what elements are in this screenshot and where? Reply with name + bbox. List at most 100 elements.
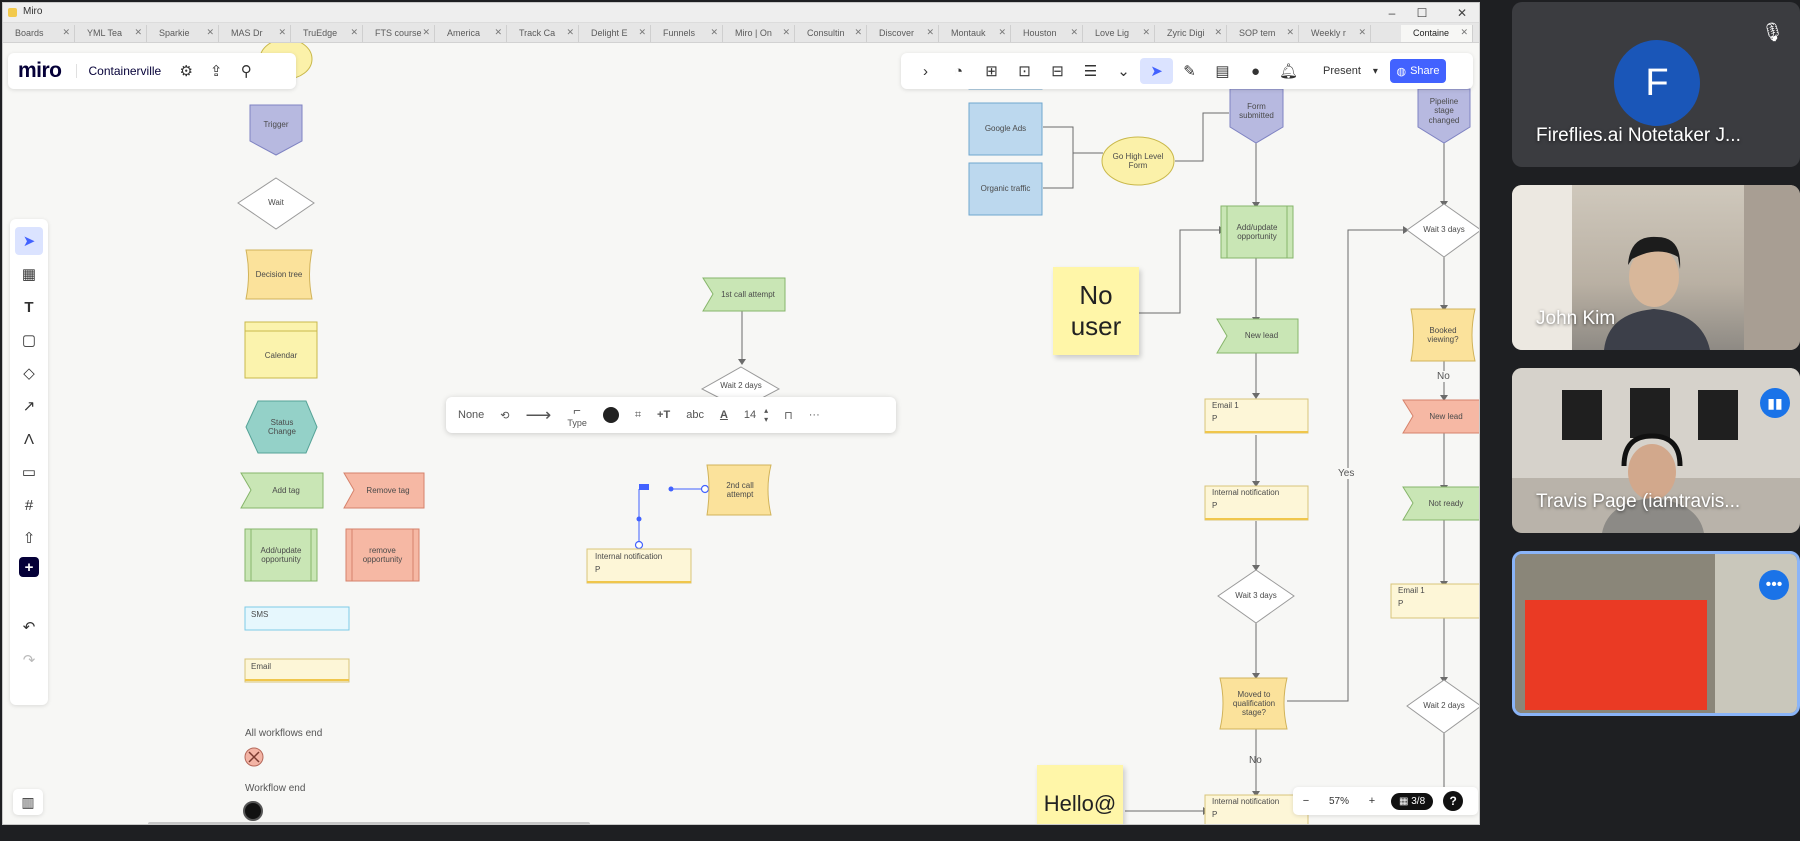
- browser-tab[interactable]: America ✕: [435, 25, 507, 42]
- timer-icon[interactable]: ◔: [942, 58, 975, 84]
- connector-midpoint-handle[interactable]: [636, 516, 642, 522]
- browser-tab[interactable]: Delight E ✕: [579, 25, 651, 42]
- swap-icon[interactable]: ⟲: [500, 401, 509, 429]
- frames-pager[interactable]: ▦ 3/8: [1391, 792, 1434, 810]
- pen-icon[interactable]: Ʌ: [15, 425, 43, 453]
- comments-icon[interactable]: ▤: [1206, 58, 1239, 84]
- line-start-select[interactable]: None: [458, 401, 484, 429]
- text-color-icon[interactable]: A: [720, 401, 728, 429]
- focus-icon[interactable]: ⊡: [1008, 58, 1041, 84]
- text-style-icon[interactable]: abc: [686, 401, 704, 429]
- frame-icon[interactable]: #: [15, 491, 43, 519]
- tab-close-icon[interactable]: ✕: [782, 27, 790, 38]
- tab-close-icon[interactable]: ✕: [422, 27, 430, 38]
- participant-tile-fireflies[interactable]: F 🎙︎ Fireflies.ai Notetaker J...: [1512, 2, 1800, 167]
- tab-close-icon[interactable]: ✕: [998, 27, 1006, 38]
- connection-line-icon[interactable]: ↗: [15, 392, 43, 420]
- board-canvas[interactable]: Trigger Wait Decision tree Calendar Stat…: [3, 43, 1479, 824]
- connector[interactable]: [1175, 112, 1229, 162]
- line-type-button[interactable]: ⌐ Type: [567, 401, 587, 429]
- connector-midpoint-handle[interactable]: [668, 486, 674, 492]
- horizontal-scrollbar[interactable]: [148, 822, 590, 824]
- minimize-button[interactable]: –: [1377, 4, 1407, 22]
- connector[interactable]: [1138, 229, 1221, 314]
- tab-close-icon[interactable]: ✕: [566, 27, 574, 38]
- lock-icon[interactable]: ⊓: [784, 401, 793, 429]
- line-end-arrow-icon[interactable]: ⟶: [526, 401, 552, 429]
- close-window-button[interactable]: ✕: [1447, 4, 1477, 22]
- sticky-note-no-user[interactable]: No user: [1053, 267, 1139, 355]
- cursor-icon[interactable]: ➤: [1140, 58, 1173, 84]
- tab-close-icon[interactable]: ✕: [1286, 27, 1294, 38]
- connector[interactable]: [1287, 229, 1405, 702]
- font-size-stepper-icon[interactable]: ▴ ▾: [764, 401, 768, 429]
- tab-close-icon[interactable]: ✕: [1214, 27, 1222, 38]
- select-tool-icon[interactable]: ➤: [15, 227, 43, 255]
- browser-tab[interactable]: Love Lig ✕: [1083, 25, 1155, 42]
- browser-tab[interactable]: Boards ✕: [3, 25, 75, 42]
- present-dropdown-icon[interactable]: ▾: [1373, 66, 1378, 77]
- browser-tab[interactable]: Weekly r ✕: [1299, 25, 1371, 42]
- search-icon[interactable]: ⚲: [233, 58, 259, 84]
- browser-tab[interactable]: FTS course ✕: [363, 25, 435, 42]
- browser-tab[interactable]: Zyric Digi ✕: [1155, 25, 1227, 42]
- participant-tile-travis[interactable]: ▮▮ Travis Page (iamtravis...: [1512, 368, 1800, 533]
- estimate-icon[interactable]: ⊟: [1041, 58, 1074, 84]
- tab-close-icon[interactable]: ✕: [350, 27, 358, 38]
- sticky-note-hello[interactable]: Hello@: [1037, 765, 1123, 824]
- zoom-out-button[interactable]: −: [1293, 795, 1319, 807]
- more-options-icon[interactable]: •••: [1759, 570, 1789, 600]
- browser-tab[interactable]: Track Ca ✕: [507, 25, 579, 42]
- undo-icon[interactable]: ↶: [15, 613, 43, 641]
- tab-close-icon[interactable]: ✕: [278, 27, 286, 38]
- browser-tab[interactable]: TruEdge ✕: [291, 25, 363, 42]
- tab-close-icon[interactable]: ✕: [494, 27, 502, 38]
- browser-tab[interactable]: MAS Dr ✕: [219, 25, 291, 42]
- tab-close-icon[interactable]: ✕: [206, 27, 214, 38]
- help-button[interactable]: ?: [1443, 791, 1464, 811]
- tab-close-icon[interactable]: ✕: [1142, 27, 1150, 38]
- apps-plus-icon[interactable]: +: [19, 557, 39, 577]
- tab-close-icon[interactable]: ✕: [710, 27, 718, 38]
- shapes-icon[interactable]: ◇: [15, 359, 43, 387]
- browser-tab[interactable]: Miro | On ✕: [723, 25, 795, 42]
- browser-tab-active[interactable]: Containe ✕: [1401, 25, 1473, 42]
- share-button[interactable]: ◍ Share: [1389, 59, 1446, 83]
- participant-tile-john[interactable]: John Kim: [1512, 185, 1800, 350]
- present-button[interactable]: Present: [1323, 65, 1361, 77]
- tab-close-icon[interactable]: ✕: [926, 27, 934, 38]
- font-size-value[interactable]: 14: [744, 401, 756, 429]
- browser-tab[interactable]: Sparkie ✕: [147, 25, 219, 42]
- upload-icon[interactable]: ⇧: [15, 524, 43, 552]
- browser-tab[interactable]: YML Tea ✕: [75, 25, 147, 42]
- export-icon[interactable]: ⇪: [203, 58, 229, 84]
- text-tool-icon[interactable]: T: [15, 293, 43, 321]
- celebrate-icon[interactable]: ✎: [1173, 58, 1206, 84]
- notes-icon[interactable]: ☰: [1074, 58, 1107, 84]
- line-style-icon[interactable]: ⌗: [635, 401, 641, 429]
- tab-close-icon[interactable]: ✕: [638, 27, 646, 38]
- reactions-icon[interactable]: ⊞: [975, 58, 1008, 84]
- board-name[interactable]: Containerville: [75, 64, 161, 78]
- browser-tab[interactable]: Funnels ✕: [651, 25, 723, 42]
- more-options-icon[interactable]: ···: [809, 401, 820, 429]
- browser-tab[interactable]: Montauk ✕: [939, 25, 1011, 42]
- gear-icon[interactable]: ⚙: [173, 58, 199, 84]
- redo-icon[interactable]: ↷: [15, 646, 43, 674]
- panel-toggle-icon[interactable]: ▥: [13, 789, 43, 815]
- chevron-right-icon[interactable]: ›: [909, 58, 942, 84]
- connector[interactable]: [1043, 126, 1103, 154]
- add-text-icon[interactable]: +T: [657, 401, 670, 429]
- tab-close-icon[interactable]: ✕: [1070, 27, 1078, 38]
- comment-icon[interactable]: ▭: [15, 458, 43, 486]
- connector[interactable]: [1043, 153, 1074, 189]
- zoom-in-button[interactable]: +: [1359, 795, 1385, 807]
- connector-handle[interactable]: [634, 540, 644, 550]
- templates-icon[interactable]: ▦: [15, 260, 43, 288]
- tab-close-icon[interactable]: ✕: [1460, 27, 1468, 38]
- browser-tab[interactable]: Consultin ✕: [795, 25, 867, 42]
- tab-close-icon[interactable]: ✕: [62, 27, 70, 38]
- browser-tab[interactable]: Houston ✕: [1011, 25, 1083, 42]
- connector-handle[interactable]: [700, 484, 710, 494]
- sticky-note-icon[interactable]: ▢: [15, 326, 43, 354]
